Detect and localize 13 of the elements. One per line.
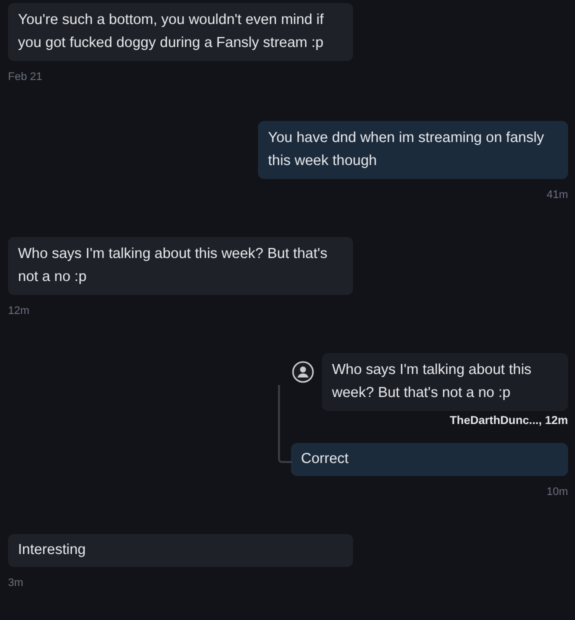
quote-author: TheDarthDunc..., 12m (450, 415, 568, 427)
sent-message: You have dnd when im streaming on fansly this week though (258, 121, 568, 179)
received-message: Interesting (8, 534, 353, 567)
avatar-icon (292, 361, 314, 383)
message-time: 3m (8, 577, 24, 589)
quoted-message: Who says I'm talking about this week? But that's not a no :p (322, 353, 568, 411)
message-time: 10m (546, 486, 568, 498)
sent-message: Correct (291, 443, 568, 476)
received-message: You're such a bottom, you wouldn't even mind if you got fucked doggy during a Fansly stream :p (8, 3, 353, 61)
message-time: Feb 21 (8, 71, 42, 83)
message-time: 41m (546, 189, 568, 201)
message-time: 12m (8, 305, 30, 317)
received-message: Who says I'm talking about this week? But that's not a no :p (8, 237, 353, 295)
